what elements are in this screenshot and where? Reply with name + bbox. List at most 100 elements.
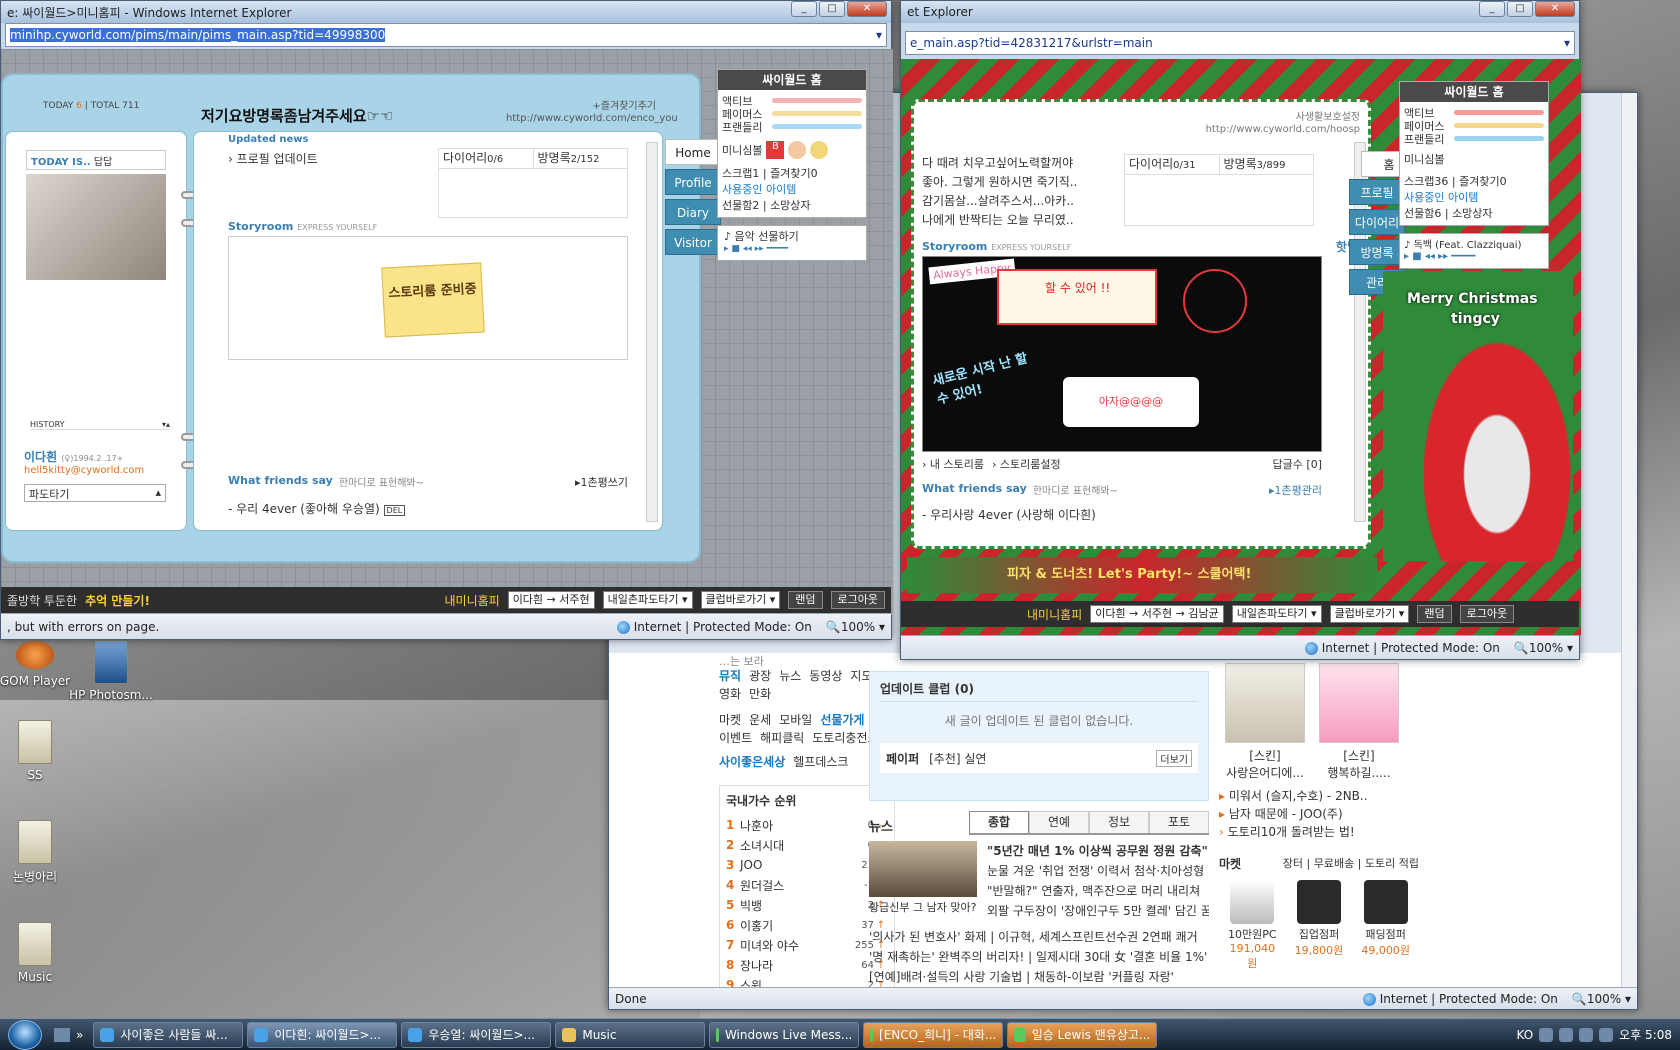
my-minihome-link[interactable]: 내미니홈피 — [1027, 606, 1082, 623]
storyroom-setting-link[interactable]: › 스토리룸설정 — [992, 456, 1061, 472]
volume-icon[interactable] — [1599, 1027, 1614, 1042]
minimize-button[interactable]: _ — [791, 1, 817, 17]
cy-home-link[interactable]: 싸이월드 홈 — [718, 70, 866, 90]
news-headline[interactable]: "반말해?" 연출자, 맥주잔으로 머리 내리쳐 — [987, 881, 1209, 901]
menu-visitor[interactable]: Visitor — [665, 229, 721, 255]
nav-event[interactable]: 이벤트 — [719, 731, 752, 745]
menu-diary[interactable]: Diary — [665, 199, 721, 225]
rank-row[interactable]: 5 빅뱅 2 ↑ — [726, 895, 888, 915]
market-link[interactable]: 장터 — [1283, 857, 1303, 870]
news-more-line[interactable]: [연예]배려·설득의 사랑 기술법 | 채동하-이보람 '커플링 자랑' — [869, 967, 1209, 987]
help-icon[interactable] — [1559, 1027, 1574, 1042]
privacy-link[interactable]: 사생활보호설정 — [1206, 112, 1360, 124]
tab-photo[interactable]: 포토 — [1149, 811, 1209, 833]
diary-count[interactable]: 다이어리0/6 — [439, 149, 533, 168]
rank-row[interactable]: 2소녀시대0– — [726, 835, 888, 855]
quicklaunch-chevron-icon[interactable]: » — [76, 1028, 83, 1042]
rank-row[interactable]: 1 나훈아 0– — [726, 815, 888, 835]
taskbar-item[interactable]: 우승열: 싸이월드>... — [401, 1021, 552, 1048]
news-headline[interactable]: "5년간 매년 1% 이상씩 공무원 정원 감축" — [987, 841, 1209, 861]
history-nav[interactable]: 이다흰 → 서주현 → 김남균 — [1090, 605, 1224, 623]
random-button[interactable]: 랜덤 — [788, 591, 823, 609]
ime-icon[interactable] — [1539, 1027, 1554, 1042]
paper-item-link[interactable]: [추천] 실연 — [929, 750, 1146, 767]
address-bar[interactable]: minihp.cyworld.com/pims/main/pims_main.a… — [5, 23, 887, 47]
player-controls[interactable]: ▸ ■ ◂◂ ▸▸ ━━━━ — [1404, 251, 1544, 262]
news-more-line[interactable]: '명 재촉하는' 완벽주의 버리자! | 일제시대 30대 女 '결혼 비율 1… — [869, 947, 1209, 967]
wave-dropdown[interactable]: 파도타기 ▴ — [24, 484, 166, 502]
skin-item[interactable]: [스킨] 사랑은어디에... — [1225, 663, 1305, 781]
gift-box-link[interactable]: 선물함6 — [1404, 207, 1441, 220]
market-link[interactable]: 도토리 적립 — [1365, 857, 1419, 870]
product-item[interactable]: 10만원PC 191,040원 — [1225, 880, 1279, 971]
product-item[interactable]: 집업점퍼 19,800원 — [1292, 880, 1346, 971]
nav-plaza[interactable]: 광장 — [749, 669, 771, 683]
skin-item[interactable]: [스킨] 행복하길..... — [1319, 663, 1399, 781]
logout-button[interactable]: 로그아웃 — [1459, 605, 1515, 623]
taskbar-item[interactable]: 이다흰: 싸이월드>... — [247, 1021, 398, 1048]
desktop-icon-nonbyeongari[interactable]: 논병아리 — [0, 820, 80, 885]
write-onechon-link[interactable]: ▸1촌평쓰기 — [575, 474, 628, 490]
zoom-control[interactable]: 🔍100% ▾ — [826, 620, 885, 634]
wave-select[interactable]: 내일촌파도타기 ▾ — [602, 591, 693, 609]
nav-news[interactable]: 뉴스 — [779, 669, 801, 683]
zoom-control[interactable]: 🔍100% ▾ — [1514, 641, 1573, 655]
history-toggle[interactable]: HISTORY — [30, 420, 65, 429]
language-indicator[interactable]: KO — [1516, 1028, 1533, 1042]
market-link[interactable]: 무료배송 — [1314, 857, 1354, 870]
menu-profile[interactable]: Profile — [665, 169, 721, 195]
diary-line[interactable]: 좋아. 그렇게 원하시면 죽기직.. — [922, 173, 1122, 192]
rank-row[interactable]: 4원더걸스-1↓ — [726, 875, 888, 895]
start-button[interactable] — [0, 1019, 50, 1050]
guestbook-count[interactable]: 방명록3/899 — [1218, 155, 1314, 174]
club-select[interactable]: 클럽바로가기 ▾ — [1329, 605, 1410, 623]
tab-entertainment[interactable]: 연예 — [1029, 811, 1089, 833]
tab-info[interactable]: 정보 — [1089, 811, 1149, 833]
close-button[interactable]: ✕ — [1535, 1, 1575, 17]
dropdown-icon[interactable]: ▾ — [1564, 36, 1570, 50]
nav-video[interactable]: 동영상 — [809, 669, 842, 683]
vertical-scrollbar[interactable] — [1621, 93, 1637, 987]
news-headline[interactable]: 눈물 겨운 '취업 전쟁' 이력서 첨삭·치아성형 — [987, 861, 1209, 881]
music-player[interactable]: ♪ 음악 선물하기 ▸ ■ ◂◂ ▸▸ ━━━━ — [717, 225, 867, 261]
music-link[interactable]: ▸ 남자 때문에 - JOO(주) — [1219, 805, 1419, 823]
panel-scrollbar[interactable] — [646, 142, 658, 522]
zoom-control[interactable]: 🔍100% ▾ — [1572, 992, 1631, 1006]
music-link[interactable]: ▸ 미워서 (슬지,수호) - 2NB.. — [1219, 787, 1419, 805]
maximize-button[interactable]: □ — [1507, 1, 1533, 17]
diary-line[interactable]: 나에게 반짝티는 오늘 무리였.. — [922, 211, 1122, 230]
taskbar-item[interactable]: 일승 Lewis 맨유상고... — [1007, 1021, 1158, 1048]
news-headline[interactable]: 외팔 구두장이 '장애인구두 5만 켤레' 담긴 꿈 — [987, 901, 1209, 921]
nav-movie[interactable]: 영화 — [719, 687, 741, 701]
guestbook-count[interactable]: 방명록2/152 — [532, 149, 628, 168]
taskbar-item[interactable]: Windows Live Mess... — [709, 1021, 860, 1048]
promo-link[interactable]: 추억 만들기! — [85, 592, 150, 609]
nav-comic[interactable]: 만화 — [749, 687, 771, 701]
network-icon[interactable] — [1579, 1027, 1594, 1042]
menu-profile[interactable]: 프로필 — [1349, 179, 1405, 205]
show-desktop-icon[interactable] — [54, 1027, 70, 1042]
party-banner[interactable]: 피자 & 도너츠! Let's Party!~ 스쿨어택! — [907, 557, 1377, 593]
maximize-button[interactable]: □ — [819, 1, 845, 17]
product-item[interactable]: 패딩점퍼 49,000원 — [1359, 880, 1413, 971]
clock[interactable]: 오후 5:08 — [1619, 1026, 1672, 1043]
wave-select[interactable]: 내일촌파도타기 ▾ — [1231, 605, 1322, 623]
nav-music[interactable]: 뮤직 — [719, 669, 741, 683]
nav-help-desk[interactable]: 헬프데스크 — [793, 755, 848, 769]
minimize-button[interactable]: _ — [1479, 1, 1505, 17]
rank-row[interactable]: 8 장나라 64 ↑ — [726, 955, 888, 975]
taskbar-item[interactable]: [ENCO_희니] - 대화... — [863, 1021, 1004, 1048]
news-more-line[interactable]: '의사가 된 변호사' 화제 | 이규혁, 세계스프린트선수권 2연패 쾌거 — [869, 927, 1209, 947]
club-select[interactable]: 클럽바로가기 ▾ — [700, 591, 781, 609]
wish-box-link[interactable]: 소망상자 — [770, 199, 810, 212]
delete-button[interactable]: DEL — [383, 505, 406, 516]
rank-row[interactable]: 6 이홍기 37 ↑ — [726, 915, 888, 935]
more-button[interactable]: 더보기 — [1156, 749, 1192, 767]
nav-market[interactable]: 마켓 — [719, 713, 741, 727]
random-button[interactable]: 랜덤 — [1417, 605, 1452, 623]
items-in-use-link[interactable]: 사용중인 아이템 — [722, 181, 862, 197]
rank-row[interactable]: 7 미녀와 야수 255 ↑ — [726, 935, 888, 955]
nav-gift-shop[interactable]: 선물가게 — [820, 713, 864, 727]
profile-update-item[interactable]: › 프로필 업데이트 — [228, 150, 318, 167]
taskbar-item[interactable]: 사이좋은 사람들 싸... — [93, 1021, 244, 1048]
